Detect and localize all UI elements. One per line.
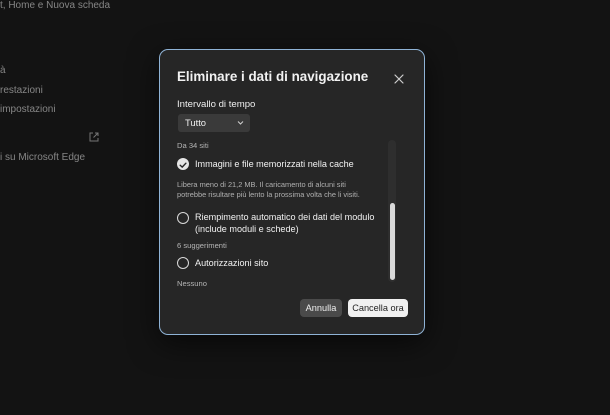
cancel-button[interactable]: Annulla: [300, 299, 342, 317]
option-description: 6 suggerimenti: [177, 241, 227, 250]
chevron-down-icon: [237, 121, 244, 125]
option-description: Nessuno: [177, 279, 207, 288]
option-label: Immagini e file memorizzati nella cache: [195, 159, 354, 169]
option-label: (include moduli e schede): [195, 224, 299, 234]
time-range-value: Tutto: [185, 117, 207, 128]
checkbox-unchecked[interactable]: [177, 212, 189, 224]
close-icon[interactable]: [392, 72, 406, 86]
checkbox-checked[interactable]: [177, 158, 189, 170]
checkmark-icon: [179, 162, 187, 168]
scrollbar-thumb[interactable]: [389, 203, 395, 280]
clear-now-button[interactable]: Cancella ora: [348, 299, 408, 317]
time-range-select[interactable]: Tutto: [178, 114, 250, 132]
option-description: potrebbe risultare più lento la prossima…: [177, 190, 360, 199]
checkbox-unchecked[interactable]: [177, 257, 189, 269]
dialog-title: Eliminare i dati di navigazione: [177, 69, 369, 84]
option-description: Libera meno di 21,2 MB. Il caricamento d…: [177, 180, 346, 189]
clear-browsing-data-dialog: Eliminare i dati di navigazione Interval…: [159, 49, 425, 335]
option-label: Autorizzazioni sito: [195, 258, 269, 268]
option-label: Riempimento automatico dei dati del modu…: [195, 212, 375, 222]
sites-count-text: Da 34 siti: [177, 141, 209, 150]
time-range-label: Intervallo di tempo: [177, 99, 256, 110]
data-types-list: Da 34 siti Immagini e file memorizzati n…: [160, 138, 426, 288]
scrollbar[interactable]: [388, 140, 396, 282]
